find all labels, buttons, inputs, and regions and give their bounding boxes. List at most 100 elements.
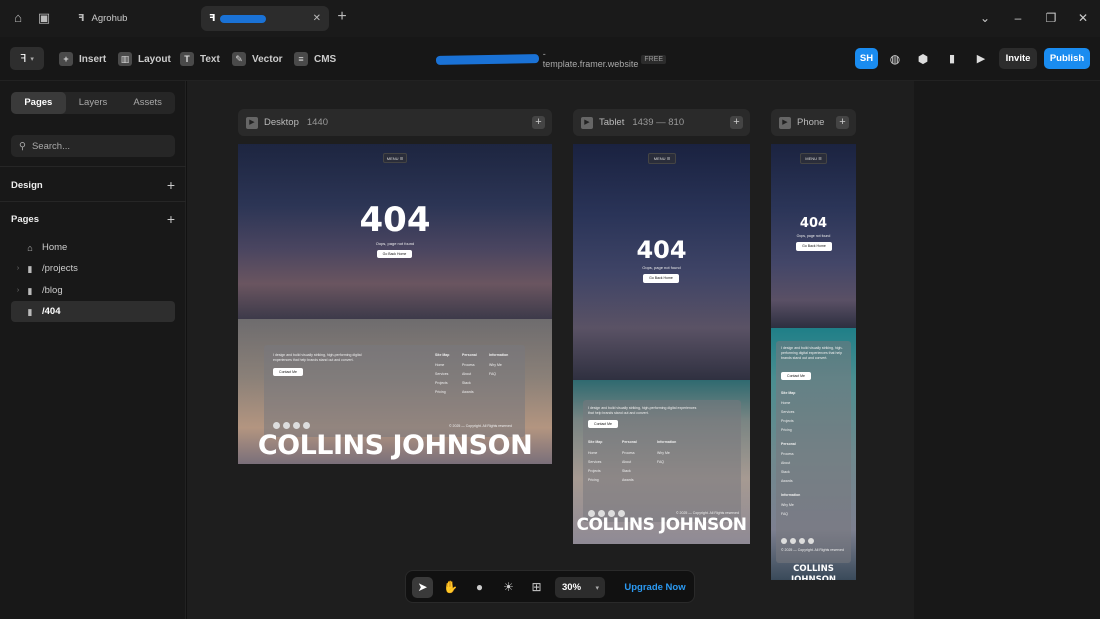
info-link: Why Me	[657, 451, 670, 455]
design-heading: Design	[11, 179, 43, 191]
design-section: Design +	[11, 177, 175, 193]
tab-assets[interactable]: Assets	[120, 92, 175, 114]
personal-link: Stack	[781, 470, 790, 474]
preview-play-icon[interactable]: ▶	[971, 48, 991, 69]
zoom-select[interactable]: 30% ▾	[555, 577, 605, 598]
invite-button[interactable]: Invite	[999, 48, 1037, 69]
error-message: Oops, page not found	[796, 234, 831, 238]
personal-link: Awards	[462, 390, 474, 394]
sitemap-heading: Site Map	[588, 440, 603, 444]
info-link: FAQ	[781, 512, 789, 516]
select-tool-icon[interactable]: ➤	[412, 577, 433, 598]
title-bar: ⌂ ▣ ꟻ Agrohub ꟻ ✕ + ⌄ – ❐ ✕	[0, 0, 1100, 37]
social-icon	[293, 422, 300, 429]
publish-button[interactable]: Publish	[1044, 48, 1090, 69]
database-icon: ≡	[294, 52, 308, 66]
text-button[interactable]: T Text	[180, 50, 220, 68]
frame-dims: 1440	[306, 117, 328, 128]
add-breakpoint-icon[interactable]: +	[532, 116, 545, 129]
minimize-icon[interactable]: –	[1010, 10, 1026, 26]
frame-header-phone[interactable]: ▶ Phone +	[771, 109, 856, 136]
sitemap-link: Home	[781, 401, 791, 405]
personal-link: Stack	[622, 469, 631, 473]
page-item-blog[interactable]: › ▮ /blog	[11, 280, 175, 301]
page-item-projects[interactable]: › ▮ /projects	[11, 258, 175, 279]
tab-agrohub[interactable]: ꟻ Agrohub	[72, 6, 192, 31]
menu-button: MENU ☰	[800, 153, 827, 164]
footer-intro: I design and build visually striking, hi…	[588, 406, 697, 415]
frame-header-tablet[interactable]: ▶ Tablet 1439 — 810 +	[573, 109, 750, 136]
cms-button[interactable]: ≡ CMS	[294, 50, 336, 68]
site-url[interactable]: -template.framer.website FREE	[435, 49, 666, 69]
comment-icon[interactable]: ●	[469, 577, 490, 598]
close-window-icon[interactable]: ✕	[1075, 10, 1091, 26]
layout-button[interactable]: ▥ Layout	[118, 50, 171, 68]
page-item-home[interactable]: ⌂ Home	[11, 237, 175, 258]
tab-pages[interactable]: Pages	[11, 92, 66, 114]
settings-icon[interactable]: ⬢	[913, 48, 933, 69]
close-tab-icon[interactable]: ✕	[313, 13, 321, 24]
page-label: /404	[42, 306, 61, 317]
inbox-icon[interactable]: ▣	[37, 11, 51, 25]
pages-heading: Pages	[11, 213, 39, 225]
chevron-right-icon[interactable]: ›	[11, 265, 25, 272]
go-home-button: Go Back Home	[643, 274, 679, 283]
search-field[interactable]: ⚲	[11, 135, 175, 157]
tab-current-project[interactable]: ꟻ ✕	[201, 6, 329, 31]
avatar[interactable]: SH	[855, 48, 878, 69]
sitemap-link: Services	[588, 460, 602, 464]
analytics-icon[interactable]: ▮	[942, 48, 962, 69]
phone-preview[interactable]: MENU ☰ 404 Oops, page not found Go Back …	[771, 144, 856, 580]
copyright: © 2025 — Copyright. All Rights reserved	[449, 424, 512, 428]
add-design-icon[interactable]: +	[167, 177, 175, 193]
info-link: FAQ	[489, 372, 497, 376]
add-breakpoint-icon[interactable]: +	[836, 116, 849, 129]
sitemap-link: Projects	[781, 419, 794, 423]
upgrade-button[interactable]: Upgrade Now	[620, 577, 690, 598]
left-sidebar: Pages Layers Assets ⚲ Design + Pages + ⌂…	[0, 81, 186, 619]
desktop-preview[interactable]: MENU ☰ 404 Oops, page not found Go Back …	[238, 144, 552, 464]
go-home-button: Go Back Home	[377, 250, 412, 258]
contact-button: Contact Me	[588, 420, 618, 428]
grid-icon[interactable]: ⊞	[526, 577, 547, 598]
play-icon[interactable]: ▶	[246, 116, 258, 129]
social-icon	[790, 538, 796, 544]
tab-label: Agrohub	[91, 13, 128, 24]
restore-icon[interactable]: ❐	[1043, 10, 1059, 26]
plan-badge: FREE	[641, 54, 666, 64]
frame-dims: 1439 — 810	[632, 117, 685, 128]
home-icon[interactable]: ⌂	[11, 11, 25, 25]
add-page-icon[interactable]: +	[167, 211, 175, 227]
sitemap-heading: Site Map	[435, 353, 450, 357]
bottom-toolbar: ➤ ✋ ● ☀ ⊞ 30% ▾ Upgrade Now	[405, 570, 695, 603]
frame-name: Tablet	[599, 117, 625, 128]
framer-menu-button[interactable]: ꟻ ▾	[10, 47, 44, 70]
tablet-preview[interactable]: MENU ☰ 404 Oops, page not found Go Back …	[573, 144, 750, 544]
copyright: © 2025 — Copyright. All Rights reserved	[781, 548, 844, 552]
contact-button: Contact Me	[781, 372, 811, 380]
page-item-404[interactable]: ▮ /404	[11, 301, 175, 322]
chevron-right-icon[interactable]: ›	[11, 287, 25, 294]
globe-icon[interactable]: ◍	[885, 48, 905, 69]
insert-button[interactable]: + Insert	[59, 50, 106, 68]
vector-button[interactable]: ✎ Vector	[232, 50, 283, 68]
social-icon	[303, 422, 310, 429]
frame-header-desktop[interactable]: ▶ Desktop 1440 +	[238, 109, 552, 136]
hand-tool-icon[interactable]: ✋	[440, 577, 461, 598]
right-panel	[914, 81, 1100, 619]
sitemap-link: Services	[781, 410, 795, 414]
footer-card: I design and build visually striking, hi…	[776, 341, 851, 563]
theme-sun-icon[interactable]: ☀	[498, 577, 519, 598]
search-input[interactable]	[31, 140, 162, 152]
personal-link: Awards	[781, 479, 793, 483]
frame-name: Phone	[797, 117, 825, 128]
personal-heading: Personal	[622, 440, 637, 444]
add-breakpoint-icon[interactable]: +	[730, 116, 743, 129]
footer-intro: I design and build visually striking, hi…	[273, 353, 362, 362]
chevron-down-icon[interactable]: ⌄	[977, 10, 993, 26]
info-heading: Information	[489, 353, 509, 357]
new-tab-icon[interactable]: +	[335, 9, 349, 25]
play-icon[interactable]: ▶	[581, 116, 593, 129]
tab-layers[interactable]: Layers	[66, 92, 121, 114]
play-icon[interactable]: ▶	[779, 116, 791, 129]
